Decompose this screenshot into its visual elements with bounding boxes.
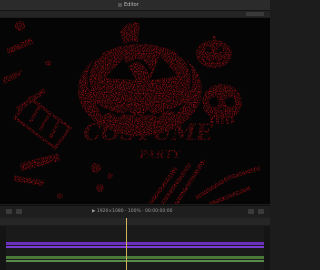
timeline-left-gutter [0, 226, 6, 270]
video-track[interactable] [0, 246, 270, 248]
bottom-ornaments [13, 152, 113, 199]
timeline-ruler[interactable] [0, 218, 270, 225]
timeline-right-gutter [264, 226, 270, 270]
fullscreen-icon[interactable] [258, 209, 264, 214]
audio-track[interactable] [0, 256, 270, 259]
loop-icon[interactable] [16, 209, 22, 214]
window-tab[interactable]: Editor [118, 1, 139, 9]
audio-track[interactable] [0, 260, 270, 262]
settings-icon[interactable] [248, 209, 254, 214]
right-ornaments [148, 158, 261, 204]
viewer-canvas[interactable]: COSTUME PARTY [0, 18, 270, 204]
playhead[interactable] [126, 218, 127, 270]
artwork-text: COSTUME PARTY [83, 120, 213, 161]
skull [202, 84, 242, 124]
artwork-title: COSTUME [83, 120, 213, 146]
toolbar [0, 11, 270, 17]
left-ornaments [2, 21, 51, 112]
pumpkin-small [196, 36, 232, 68]
artwork-subtitle: PARTY [139, 148, 182, 161]
halloween-artwork: COSTUME PARTY [2, 21, 261, 204]
video-track[interactable] [0, 242, 270, 245]
viewer-controls: ▶ 1920×1080 · 100% · 00:00:00:00 [0, 205, 270, 218]
pumpkin-main [78, 22, 202, 136]
window-title: Editor [124, 2, 139, 8]
timeline[interactable] [0, 226, 270, 270]
viewer-status: ▶ 1920×1080 · 100% · 00:00:00:00 [92, 209, 173, 214]
crate-ornament [12, 95, 73, 151]
title-bar: Editor [0, 0, 270, 11]
app-icon [118, 3, 122, 7]
play-icon[interactable] [6, 209, 12, 214]
toolbar-control[interactable] [246, 12, 264, 16]
